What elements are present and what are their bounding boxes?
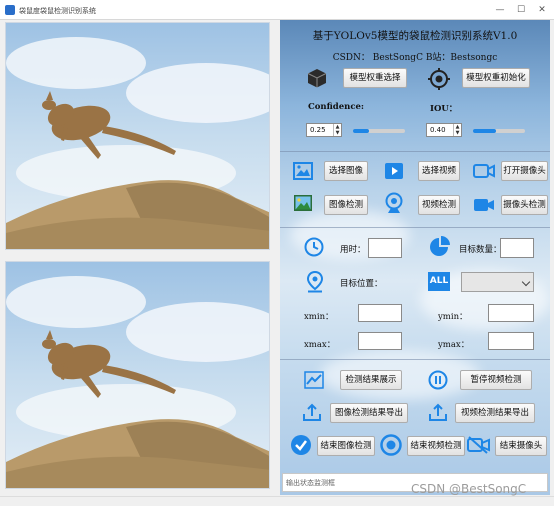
maximize-button[interactable]: ☐	[511, 3, 531, 17]
iou-spinbox[interactable]: 0.40 ▲ ▼	[426, 123, 462, 137]
upload-icon	[429, 403, 447, 421]
xmin-label: xmin：	[304, 312, 334, 322]
video-detect-button[interactable]: 视频检测	[418, 195, 460, 215]
app-icon	[5, 5, 15, 15]
result-image-panel	[5, 261, 270, 489]
line-chart-icon	[304, 371, 324, 389]
init-weights-button[interactable]: 模型权重初始化	[462, 68, 530, 88]
original-image-panel	[5, 22, 270, 250]
status-placeholder: 输出状态监测框	[286, 479, 335, 487]
target-gear-icon	[428, 68, 450, 90]
select-video-button[interactable]: 选择视频	[418, 161, 460, 181]
time-label: 用时：	[340, 245, 366, 255]
camera-detect-button[interactable]: 摄像头检测	[501, 195, 548, 215]
minimize-button[interactable]: —	[490, 3, 510, 17]
author-info: CSDN： BestSongC B站：Bestsongc	[332, 53, 498, 63]
close-button[interactable]: ✕	[532, 3, 552, 17]
pie-chart-icon	[430, 236, 450, 256]
divider	[280, 359, 550, 360]
open-camera-button[interactable]: 打开摄像头	[501, 161, 548, 181]
location-pin-icon	[306, 271, 324, 293]
bottom-bar	[0, 496, 554, 506]
image-icon	[293, 162, 313, 180]
divider	[280, 227, 550, 228]
iou-slider[interactable]	[473, 129, 525, 133]
select-weights-button[interactable]: 模型权重选择	[343, 68, 407, 88]
photo-color-icon	[294, 195, 312, 211]
kangaroo-photo-result	[6, 262, 269, 488]
app-title: 基于YOLOv5模型的袋鼠检测识别系统V1.0	[312, 30, 518, 42]
check-circle-icon	[291, 435, 311, 455]
cube-icon	[307, 69, 327, 88]
camera-off-icon	[467, 436, 490, 454]
confidence-spinbox[interactable]: 0.25 ▲ ▼	[306, 123, 342, 137]
pause-icon	[428, 370, 448, 390]
all-badge-icon: ALL	[428, 272, 450, 291]
iou-label: IOU：	[430, 104, 458, 114]
pause-video-button[interactable]: 暂停视频检测	[460, 370, 532, 390]
count-field	[500, 238, 534, 258]
title-bar: 袋鼠度袋鼠检测识别系统 — ☐ ✕	[0, 0, 554, 20]
export-video-button[interactable]: 视频检测结果导出	[455, 403, 535, 423]
watermark: CSDN @BestSongC	[411, 482, 527, 496]
end-camera-button[interactable]: 结束摄像头	[495, 436, 547, 456]
confidence-label: Confidence:	[308, 102, 365, 112]
image-detect-button[interactable]: 图像检测	[324, 195, 368, 215]
stop-circle-icon	[380, 434, 402, 456]
control-panel: 基于YOLOv5模型的袋鼠检测识别系统V1.0 CSDN： BestSongC …	[280, 20, 550, 495]
ymin-field	[488, 304, 534, 322]
time-field	[368, 238, 402, 258]
webcam-icon	[385, 192, 403, 213]
confidence-slider[interactable]	[353, 129, 405, 133]
spin-arrows-icon[interactable]: ▲ ▼	[453, 124, 461, 136]
end-image-detect-button[interactable]: 结束图像检测	[317, 436, 375, 456]
count-label: 目标数量：	[459, 245, 502, 255]
end-video-detect-button[interactable]: 结束视频检测	[407, 436, 465, 456]
spin-arrows-icon[interactable]: ▲ ▼	[333, 124, 341, 136]
show-results-button[interactable]: 检测结果展示	[340, 370, 402, 390]
ymax-label: ymax：	[438, 340, 470, 350]
ymin-label: ymin：	[438, 312, 468, 322]
camera-filled-icon	[474, 199, 494, 211]
iou-slider-fill	[473, 129, 497, 133]
xmax-label: xmax：	[304, 340, 336, 350]
window-title: 袋鼠度袋鼠检测识别系统	[19, 7, 96, 15]
xmax-field	[358, 332, 402, 350]
upload-icon	[303, 403, 321, 421]
ymax-field	[488, 332, 534, 350]
export-image-button[interactable]: 图像检测结果导出	[330, 403, 408, 423]
select-image-button[interactable]: 选择图像	[324, 161, 368, 181]
confidence-slider-fill	[353, 129, 369, 133]
video-file-icon	[385, 163, 403, 179]
chevron-down-icon	[521, 277, 531, 287]
target-select-combobox[interactable]	[461, 272, 534, 292]
kangaroo-photo-original	[6, 23, 269, 249]
clock-icon	[304, 237, 324, 257]
position-label: 目标位置：	[340, 279, 383, 289]
divider	[280, 151, 550, 152]
camera-outline-icon	[473, 164, 495, 178]
xmin-field	[358, 304, 402, 322]
